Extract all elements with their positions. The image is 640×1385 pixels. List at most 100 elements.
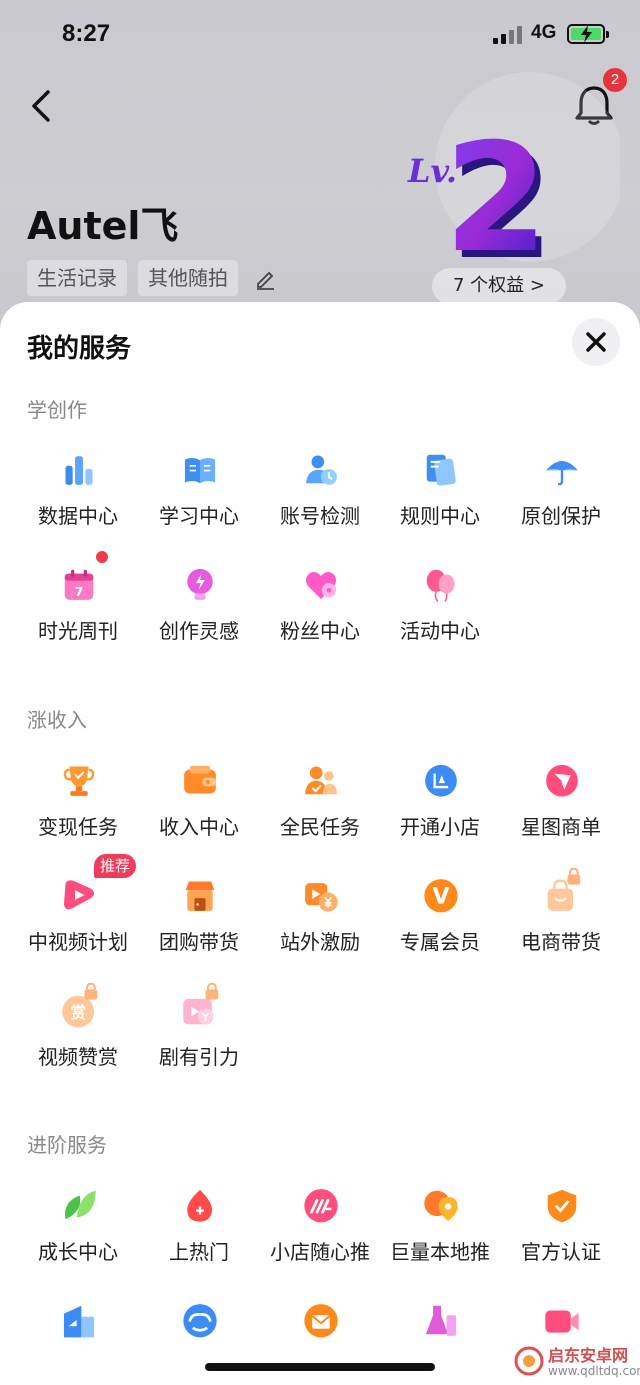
service-item[interactable]: 小店随心推 bbox=[260, 1178, 380, 1278]
service-item-label: 开通小店 bbox=[400, 815, 480, 839]
bag-icon bbox=[547, 867, 581, 911]
service-item[interactable]: 中视频计划 推荐 bbox=[18, 854, 138, 968]
profile-tag[interactable]: 其他随拍 bbox=[138, 260, 238, 296]
service-item-label: 变现任务 bbox=[38, 815, 118, 839]
service-item-label: 粉丝中心 bbox=[280, 619, 360, 643]
service-item-label: 规则中心 bbox=[400, 504, 480, 528]
star-map-icon bbox=[546, 764, 578, 797]
service-item-label: 时光周刊 bbox=[38, 619, 118, 643]
section-title-advanced: 进阶服务 bbox=[27, 1133, 107, 1157]
service-item[interactable] bbox=[260, 1293, 380, 1385]
service-item[interactable]: 站外激励 bbox=[260, 868, 380, 968]
service-item[interactable]: 学习中心 bbox=[139, 442, 259, 542]
network-label: 4G bbox=[531, 22, 557, 43]
account-check-icon bbox=[305, 455, 337, 485]
building-icon bbox=[63, 1305, 95, 1338]
trophy-icon bbox=[63, 766, 95, 796]
service-item[interactable]: 规则中心 bbox=[380, 442, 500, 542]
tip-icon: 赏 bbox=[62, 982, 98, 1028]
balloon-icon bbox=[426, 569, 455, 602]
service-item-label: 原创保护 bbox=[521, 504, 601, 528]
service-item[interactable]: 电商带货 bbox=[501, 867, 621, 968]
wallet-icon bbox=[184, 765, 216, 794]
home-indicator bbox=[205, 1363, 435, 1371]
close-button[interactable] bbox=[572, 318, 620, 366]
service-item[interactable] bbox=[139, 1293, 259, 1385]
service-item[interactable]: 数据中心 bbox=[18, 442, 138, 542]
benefits-button[interactable]: 7 个权益 > bbox=[432, 268, 566, 304]
service-item[interactable]: 账号检测 bbox=[260, 442, 380, 542]
service-item[interactable]: 活动中心 bbox=[380, 557, 500, 657]
service-item-label: 收入中心 bbox=[159, 815, 239, 839]
lightbulb-icon bbox=[187, 568, 213, 600]
service-item[interactable]: 7 时光周刊 bbox=[18, 551, 138, 657]
service-item-label: 专属会员 bbox=[400, 930, 480, 954]
flask-icon bbox=[425, 1305, 457, 1336]
battery-cap bbox=[606, 31, 609, 38]
service-item[interactable]: 收入中心 bbox=[139, 753, 259, 853]
cloud-icon bbox=[183, 1304, 217, 1338]
level-number: 2 bbox=[444, 112, 548, 272]
service-item[interactable]: 赏视频赞赏 bbox=[18, 982, 138, 1083]
envelope-icon bbox=[304, 1304, 338, 1338]
service-item-label: 创作灵感 bbox=[159, 619, 239, 643]
people-icon bbox=[305, 766, 337, 795]
service-item-label: 全民任务 bbox=[280, 815, 360, 839]
service-item[interactable]: 开通小店 bbox=[380, 753, 500, 853]
location-icon bbox=[424, 1190, 458, 1221]
service-item[interactable]: 剧有引力 bbox=[139, 982, 259, 1083]
service-item[interactable]: 团购带货 bbox=[139, 868, 259, 968]
service-item-label: 小店随心推 bbox=[270, 1240, 370, 1264]
section-title-learn: 学创作 bbox=[27, 398, 87, 422]
service-item[interactable]: 粉丝中心 bbox=[260, 557, 380, 657]
charging-bolt-icon bbox=[581, 25, 592, 43]
heart-icon bbox=[305, 572, 337, 600]
service-item[interactable] bbox=[380, 1293, 500, 1385]
service-item-label: 账号检测 bbox=[280, 504, 360, 528]
drama-icon bbox=[183, 982, 219, 1025]
boost-icon bbox=[304, 1189, 338, 1223]
service-item-label: 成长中心 bbox=[38, 1240, 118, 1264]
status-time: 8:27 bbox=[62, 20, 111, 47]
badge-icon bbox=[547, 1189, 577, 1223]
service-item[interactable]: V 专属会员 bbox=[380, 868, 500, 968]
store-icon bbox=[185, 881, 215, 911]
bar-chart-icon bbox=[65, 456, 93, 485]
calendar-icon: 7 bbox=[64, 569, 94, 600]
signal-icon bbox=[493, 26, 523, 44]
service-item[interactable]: 创作灵感 bbox=[139, 557, 259, 657]
service-item[interactable]: 原创保护 bbox=[501, 442, 621, 542]
shop-icon bbox=[425, 764, 457, 797]
service-item[interactable]: 全民任务 bbox=[260, 753, 380, 853]
service-item-label: 中视频计划 bbox=[28, 930, 128, 954]
vip-icon: V bbox=[424, 879, 458, 913]
service-item[interactable]: 星图商单 bbox=[501, 753, 621, 853]
leaf-icon bbox=[65, 1190, 96, 1220]
service-item-label: 巨量本地推 bbox=[390, 1240, 490, 1264]
service-item-label: 活动中心 bbox=[400, 619, 480, 643]
service-item-label: 学习中心 bbox=[159, 504, 239, 528]
service-item[interactable]: 巨量本地推 bbox=[380, 1178, 500, 1278]
book-icon bbox=[184, 458, 216, 484]
umbrella-icon bbox=[546, 461, 578, 486]
service-item[interactable]: 成长中心 bbox=[18, 1178, 138, 1278]
service-item[interactable] bbox=[18, 1293, 138, 1385]
service-item[interactable]: 官方认证 bbox=[501, 1178, 621, 1278]
service-item[interactable]: 上热门 bbox=[139, 1178, 259, 1278]
reward-icon bbox=[305, 883, 338, 912]
edit-tags-icon[interactable] bbox=[254, 268, 276, 290]
back-button[interactable] bbox=[24, 84, 64, 128]
watermark: 启东安卓网 www.qdltdq.com bbox=[514, 1340, 640, 1385]
level-badge-art: Lv. 2 2 bbox=[407, 72, 620, 272]
document-icon bbox=[426, 454, 456, 486]
watermark-logo-icon bbox=[514, 1346, 544, 1376]
service-item-label: 上热门 bbox=[169, 1240, 229, 1264]
recommend-badge: 推荐 bbox=[94, 854, 137, 878]
profile-tag[interactable]: 生活记录 bbox=[27, 260, 127, 296]
svg-text:赏: 赏 bbox=[70, 1003, 86, 1022]
svg-text:7: 7 bbox=[75, 584, 84, 599]
service-item-label: 星图商单 bbox=[521, 815, 601, 839]
service-item-label: 视频赞赏 bbox=[38, 1045, 118, 1069]
flame-icon bbox=[187, 1189, 213, 1222]
service-item[interactable]: 变现任务 bbox=[18, 753, 138, 853]
